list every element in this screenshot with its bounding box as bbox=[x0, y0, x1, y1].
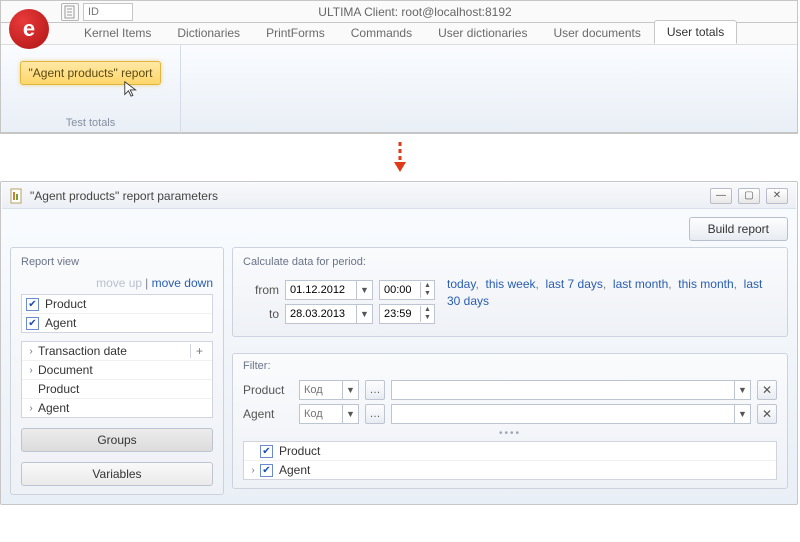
to-date-dropdown[interactable]: ▼ bbox=[356, 305, 372, 323]
filter-list-item[interactable]: ✔ Product bbox=[244, 442, 776, 461]
quick-link-last-month[interactable]: last month bbox=[613, 277, 668, 291]
to-time-input[interactable] bbox=[380, 308, 420, 320]
checked-item[interactable]: ✔ Agent bbox=[22, 314, 212, 332]
dropdown-icon[interactable]: ▼ bbox=[734, 381, 750, 399]
tab-commands[interactable]: Commands bbox=[338, 21, 425, 44]
from-time-down[interactable]: ▼ bbox=[421, 290, 434, 298]
to-time-down[interactable]: ▼ bbox=[421, 314, 434, 322]
list-item-label: Product bbox=[38, 382, 208, 396]
cursor-icon bbox=[123, 80, 141, 98]
checkbox-icon[interactable]: ✔ bbox=[26, 317, 39, 330]
variables-button[interactable]: Variables bbox=[21, 462, 213, 486]
checkbox-icon[interactable]: ✔ bbox=[26, 298, 39, 311]
filter-code-input[interactable] bbox=[300, 384, 342, 396]
clear-button[interactable]: ✕ bbox=[757, 404, 777, 424]
chevron-right-icon[interactable]: › bbox=[26, 346, 36, 357]
quick-link-this-week[interactable]: this week bbox=[485, 277, 535, 291]
filter-label: Agent bbox=[243, 407, 293, 421]
checkbox-icon[interactable]: ✔ bbox=[260, 445, 273, 458]
list-item-label: Agent bbox=[45, 316, 208, 330]
doc-icon bbox=[61, 3, 79, 21]
filter-label: Product bbox=[243, 383, 293, 397]
dialog-title: "Agent products" report parameters bbox=[30, 189, 218, 203]
filter-code-input[interactable] bbox=[300, 408, 342, 420]
field-item[interactable]: Product bbox=[22, 380, 212, 399]
window-title: ULTIMA Client: root@localhost:8192 bbox=[133, 5, 697, 19]
move-up-link[interactable]: move up bbox=[96, 276, 142, 290]
tab-printforms[interactable]: PrintForms bbox=[253, 21, 338, 44]
tab-user-dictionaries[interactable]: User dictionaries bbox=[425, 21, 540, 44]
groups-button[interactable]: Groups bbox=[21, 428, 213, 452]
ribbon-group-label: Test totals bbox=[1, 117, 180, 129]
quick-period-links: today, this week, last 7 days, last mont… bbox=[447, 276, 777, 328]
clear-button[interactable]: ✕ bbox=[757, 380, 777, 400]
from-date-input[interactable] bbox=[286, 284, 356, 296]
ribbon: "Agent products" report Test totals bbox=[1, 45, 797, 133]
filter-list-item[interactable]: ›✔ Agent bbox=[244, 461, 776, 479]
to-label: to bbox=[243, 307, 279, 321]
chevron-right-icon[interactable]: › bbox=[26, 403, 36, 414]
add-button[interactable]: + bbox=[190, 344, 208, 358]
list-item-label: Agent bbox=[279, 463, 772, 477]
checked-item[interactable]: ✔ Product bbox=[22, 295, 212, 314]
dropdown-icon[interactable]: ▼ bbox=[734, 405, 750, 423]
quick-link-last-7-days[interactable]: last 7 days bbox=[546, 277, 603, 291]
report-icon bbox=[10, 188, 24, 204]
chevron-right-icon[interactable]: › bbox=[248, 465, 258, 476]
minimize-button[interactable]: — bbox=[710, 188, 732, 204]
close-button[interactable]: ✕ bbox=[766, 188, 788, 204]
list-item-label: Transaction date bbox=[38, 344, 190, 358]
field-item[interactable]: ›Agent bbox=[22, 399, 212, 417]
browse-button[interactable]: … bbox=[365, 380, 385, 400]
quick-link-this-month[interactable]: this month bbox=[678, 277, 733, 291]
id-input[interactable] bbox=[83, 3, 133, 21]
list-item-label: Agent bbox=[38, 401, 208, 415]
move-down-link[interactable]: move down bbox=[152, 276, 213, 290]
report-view-title: Report view bbox=[21, 256, 213, 268]
period-title: Calculate data for period: bbox=[243, 256, 777, 268]
to-time-up[interactable]: ▲ bbox=[421, 306, 434, 314]
from-time-input[interactable] bbox=[380, 284, 420, 296]
arrow-down-icon bbox=[0, 142, 800, 175]
from-date-dropdown[interactable]: ▼ bbox=[356, 281, 372, 299]
tab-kernel-items[interactable]: Kernel Items bbox=[71, 21, 164, 44]
build-report-button[interactable]: Build report bbox=[689, 217, 788, 241]
list-item-label: Product bbox=[279, 444, 772, 458]
chevron-right-icon[interactable]: › bbox=[26, 365, 36, 376]
checkbox-icon[interactable]: ✔ bbox=[260, 464, 273, 477]
dropdown-icon[interactable]: ▼ bbox=[342, 405, 358, 423]
to-date-input[interactable] bbox=[286, 308, 356, 320]
tab-dictionaries[interactable]: Dictionaries bbox=[164, 21, 253, 44]
from-time-up[interactable]: ▲ bbox=[421, 282, 434, 290]
list-item-label: Document bbox=[38, 363, 208, 377]
from-label: from bbox=[243, 283, 279, 297]
browse-button[interactable]: … bbox=[365, 404, 385, 424]
field-item[interactable]: ›Transaction date+ bbox=[22, 342, 212, 361]
tab-user-documents[interactable]: User documents bbox=[540, 21, 653, 44]
field-item[interactable]: ›Document bbox=[22, 361, 212, 380]
filter-title: Filter: bbox=[243, 360, 777, 372]
separator-dots: •••• bbox=[243, 428, 777, 439]
tab-user-totals[interactable]: User totals bbox=[654, 20, 737, 44]
main-tabs: Kernel ItemsDictionariesPrintFormsComman… bbox=[1, 23, 797, 45]
maximize-button[interactable]: ▢ bbox=[738, 188, 760, 204]
quick-link-today[interactable]: today bbox=[447, 277, 475, 291]
dropdown-icon[interactable]: ▼ bbox=[342, 381, 358, 399]
list-item-label: Product bbox=[45, 297, 208, 311]
